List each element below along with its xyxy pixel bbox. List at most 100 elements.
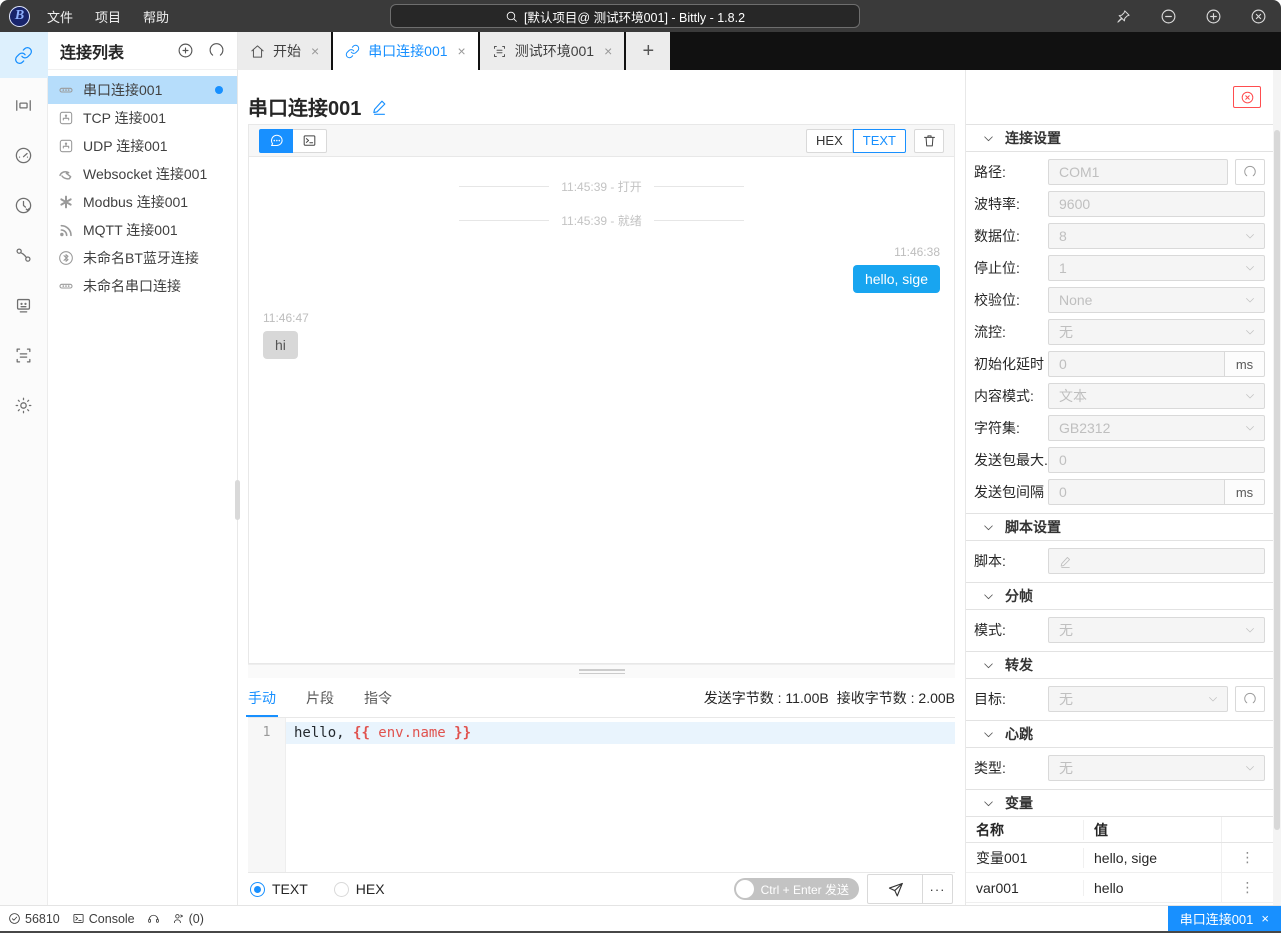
field-forward-target: 目标: 无: [974, 686, 1265, 712]
rail-terminal-device-icon[interactable]: [0, 282, 48, 328]
refresh-ports-button[interactable]: [1235, 159, 1265, 185]
radio-text-mode[interactable]: TEXT: [250, 881, 308, 897]
splitter-handle[interactable]: [248, 664, 955, 678]
rail-connections-icon[interactable]: [0, 32, 48, 78]
connection-item-unnamed-serial[interactable]: 未命名串口连接: [48, 272, 237, 300]
environment-icon: [492, 44, 507, 59]
path-input: [1048, 159, 1228, 185]
status-users[interactable]: (0): [172, 912, 204, 926]
close-connection-button[interactable]: [1233, 86, 1261, 108]
connection-item-modbus-001[interactable]: Modbus 连接001: [48, 188, 237, 216]
message-toolbar: HEX TEXT: [249, 125, 954, 157]
app-logo: B: [9, 6, 30, 27]
tab-directive[interactable]: 指令: [364, 678, 392, 717]
connection-label: 未命名串口连接: [83, 276, 181, 296]
tab-test-environment[interactable]: 测试环境001 ×: [480, 32, 625, 70]
ctrl-enter-send-toggle[interactable]: Ctrl + Enter 发送: [734, 878, 859, 900]
connection-item-websocket-001[interactable]: Websocket 连接001: [48, 160, 237, 188]
bluetooth-icon: [58, 250, 74, 266]
field-path: 路径:: [974, 159, 1265, 185]
mqtt-icon: [58, 222, 74, 238]
terminal-view-button[interactable]: [293, 129, 327, 153]
badge-close-icon[interactable]: ×: [1261, 911, 1269, 926]
global-search[interactable]: [默认项目@ 测试环境001] - Bittly - 1.8.2: [390, 4, 860, 28]
databits-select: 8: [1048, 223, 1265, 249]
status-audio-toggle[interactable]: [147, 912, 160, 925]
section-framing[interactable]: 分帧: [966, 582, 1273, 610]
minimize-icon[interactable]: [1146, 0, 1191, 32]
radio-label: HEX: [356, 881, 385, 897]
connection-item-bluetooth[interactable]: 未命名BT蓝牙连接: [48, 244, 237, 272]
rail-panel-icon[interactable]: [0, 82, 48, 128]
tab-close-icon[interactable]: ×: [311, 43, 319, 59]
menu-file[interactable]: 文件: [38, 4, 82, 29]
close-icon[interactable]: [1236, 0, 1281, 32]
connection-list-panel: 连接列表 串口连接001: [48, 32, 238, 905]
connection-item-mqtt-001[interactable]: MQTT 连接001: [48, 216, 237, 244]
section-forward[interactable]: 转发: [966, 651, 1273, 679]
section-variables[interactable]: 变量: [966, 789, 1273, 817]
tab-manual[interactable]: 手动: [248, 678, 276, 717]
editor-content[interactable]: hello, {{ env.name }}: [286, 718, 955, 872]
variable-name: 变量001: [966, 848, 1084, 868]
row-menu-icon[interactable]: ⋮: [1221, 843, 1273, 872]
event-divider: 11:45:39 - 打开: [249, 177, 954, 195]
status-console-toggle[interactable]: Console: [72, 912, 135, 926]
maximize-icon[interactable]: [1191, 0, 1236, 32]
chevron-down-icon: [1244, 230, 1256, 242]
section-script-settings[interactable]: 脚本设置: [966, 513, 1273, 541]
radio-hex-mode[interactable]: HEX: [334, 881, 385, 897]
new-tab-button[interactable]: +: [626, 32, 670, 70]
console-icon: [72, 912, 85, 925]
connection-label: Modbus 连接001: [83, 192, 188, 212]
tab-close-icon[interactable]: ×: [604, 43, 612, 59]
connection-item-tcp-001[interactable]: TCP 连接001: [48, 104, 237, 132]
chat-view-button[interactable]: [259, 129, 293, 153]
tab-serial-connection[interactable]: 串口连接001 ×: [333, 32, 478, 70]
radio-label: TEXT: [272, 881, 308, 897]
rail-gauge-icon[interactable]: [0, 132, 48, 178]
connection-item-serial-001[interactable]: 串口连接001: [48, 76, 237, 104]
scrollbar-thumb[interactable]: [1274, 130, 1280, 830]
send-more-button[interactable]: ···: [923, 874, 953, 904]
section-connection-settings[interactable]: 连接设置: [966, 124, 1273, 152]
line-number: 1: [248, 722, 285, 744]
tab-home[interactable]: 开始 ×: [238, 32, 331, 70]
field-parity: 校验位: None: [974, 287, 1265, 313]
send-button[interactable]: [867, 874, 923, 904]
edit-title-icon[interactable]: [371, 98, 388, 115]
panel-resize-handle[interactable]: [235, 480, 240, 520]
connection-item-udp-001[interactable]: UDP 连接001: [48, 132, 237, 160]
rail-environment-icon[interactable]: [0, 332, 48, 378]
search-text: [默认项目@ 测试环境001] - Bittly - 1.8.2: [524, 7, 745, 26]
rail-timer-icon[interactable]: [0, 182, 48, 228]
forward-target-select: 无: [1048, 686, 1228, 712]
clear-messages-button[interactable]: [914, 129, 944, 153]
add-connection-icon[interactable]: [177, 42, 194, 59]
refresh-connections-icon[interactable]: [208, 42, 225, 59]
tab-close-icon[interactable]: ×: [458, 43, 466, 59]
row-menu-icon[interactable]: ⋮: [1221, 873, 1273, 902]
section-title: 变量: [1005, 793, 1033, 813]
packet-interval-input: [1048, 479, 1225, 505]
menu-project[interactable]: 项目: [86, 4, 130, 29]
field-content-mode: 内容模式: 文本: [974, 383, 1265, 409]
menu-help[interactable]: 帮助: [134, 4, 178, 29]
pin-icon[interactable]: [1101, 0, 1146, 32]
field-packet-interval: 发送包间隔 ms: [974, 479, 1265, 505]
section-heartbeat[interactable]: 心跳: [966, 720, 1273, 748]
settings-gear-icon[interactable]: [0, 382, 48, 428]
composer-tabs: 手动 片段 指令 发送字节数 : 11.00B 接收字节数 : 2.00B: [248, 678, 955, 718]
refresh-targets-button[interactable]: [1235, 686, 1265, 712]
chevron-down-icon: [1244, 326, 1256, 338]
active-session-badge[interactable]: 串口连接001 ×: [1168, 906, 1281, 932]
chevron-down-icon: [982, 521, 995, 534]
hex-view-button[interactable]: HEX: [806, 129, 853, 153]
panel-scrollbar[interactable]: [1273, 70, 1281, 905]
rail-flow-icon[interactable]: [0, 232, 48, 278]
code-editor[interactable]: 1 hello, {{ env.name }}: [248, 718, 955, 872]
variable-name: var001: [966, 880, 1084, 896]
text-view-button[interactable]: TEXT: [853, 129, 906, 153]
tab-snippet[interactable]: 片段: [306, 678, 334, 717]
field-databits: 数据位: 8: [974, 223, 1265, 249]
